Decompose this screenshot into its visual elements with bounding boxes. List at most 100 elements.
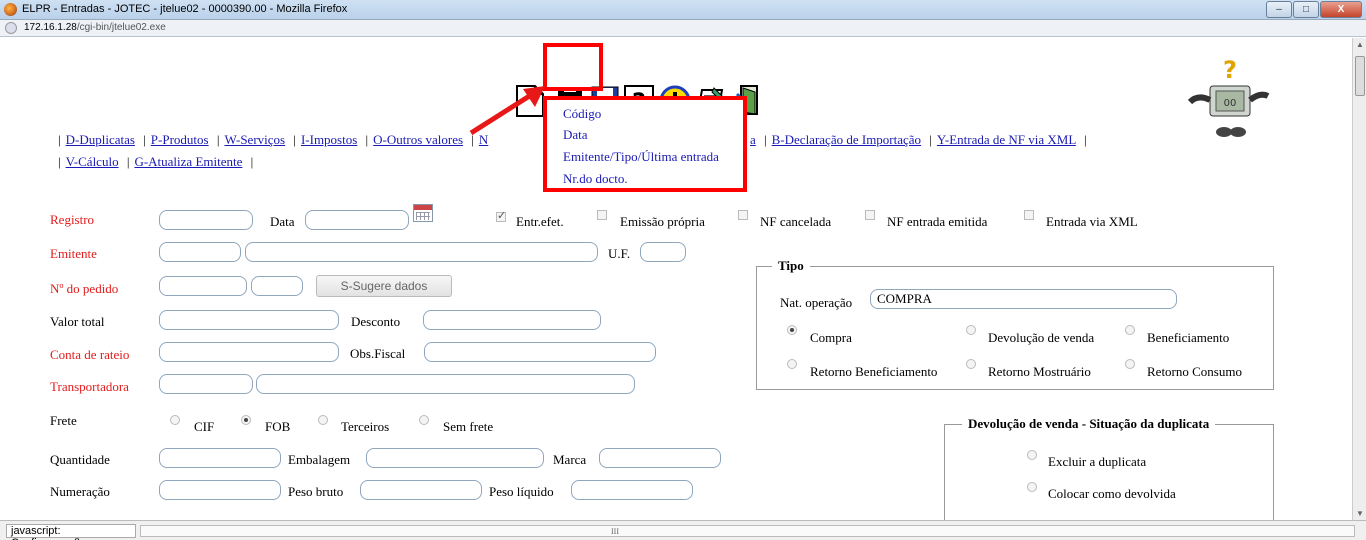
link-entrada-nf-xml[interactable]: Y-Entrada de NF via XML xyxy=(937,132,1076,147)
frete-sem-frete-label: Sem frete xyxy=(443,419,494,434)
valor-total-input[interactable] xyxy=(159,310,339,330)
globe-icon xyxy=(5,22,17,34)
search-dropdown-menu: Código Data Emitente/Tipo/Última entrada… xyxy=(543,96,747,192)
minimize-button[interactable]: – xyxy=(1266,1,1292,18)
jotec-mascot-icon: ? 00 xyxy=(1187,56,1270,137)
link-declaracao-importacao[interactable]: B-Declaração de Importação xyxy=(772,132,921,147)
frete-sem-frete-radio[interactable] xyxy=(419,415,429,425)
window-titlebar: ELPR - Entradas - JOTEC - jtelue02 - 000… xyxy=(0,0,1366,20)
link-row-1-right: a | B-Declaração de Importação | Y-Entrada… xyxy=(750,132,1087,147)
link-partial[interactable]: a xyxy=(750,132,756,147)
desconto-label: Desconto xyxy=(351,314,401,329)
obs-fiscal-input[interactable] xyxy=(424,342,656,362)
scroll-thumb[interactable] xyxy=(1355,56,1365,96)
emissao-propria-checkbox[interactable] xyxy=(597,210,607,220)
nf-entrada-emitida-checkbox[interactable] xyxy=(865,210,875,220)
devolucao-excluir-label: Excluir a duplicata xyxy=(1048,454,1147,469)
scroll-up-icon[interactable]: ▲ xyxy=(1356,40,1364,49)
close-button[interactable]: X xyxy=(1320,1,1362,18)
tipo-devolucao-venda-radio[interactable] xyxy=(966,325,976,335)
quantidade-label: Quantidade xyxy=(50,452,110,467)
tipo-retorno-beneficiamento-label: Retorno Beneficiamento xyxy=(810,364,938,379)
valor-total-label: Valor total xyxy=(50,314,105,329)
link-atualiza-emitente[interactable]: G-Atualiza Emitente xyxy=(134,154,242,169)
quantidade-input[interactable] xyxy=(159,448,281,468)
link-row-2: | V-Cálculo | G-Atualiza Emitente | xyxy=(58,154,254,169)
status-text: javascript: Confirmacao(); xyxy=(6,524,136,540)
numeracao-input[interactable] xyxy=(159,480,281,500)
scroll-grip-icon[interactable]: III xyxy=(611,527,619,536)
numeracao-label: Numeração xyxy=(50,484,110,499)
frete-fob-radio[interactable] xyxy=(241,415,251,425)
link-outros-valores[interactable]: O-Outros valores xyxy=(373,132,463,147)
link-impostos[interactable]: I-Impostos xyxy=(301,132,357,147)
menu-item-codigo[interactable]: Código xyxy=(563,106,601,122)
scroll-down-icon[interactable]: ▼ xyxy=(1356,509,1364,518)
conta-rateio-input[interactable] xyxy=(159,342,339,362)
emitente-code-input[interactable] xyxy=(159,242,241,262)
nat-operacao-input[interactable]: COMPRA xyxy=(870,289,1177,309)
peso-bruto-input[interactable] xyxy=(360,480,482,500)
tipo-beneficiamento-radio[interactable] xyxy=(1125,325,1135,335)
pedido-input-2[interactable] xyxy=(251,276,303,296)
emitente-name-input[interactable] xyxy=(245,242,598,262)
menu-item-nr-docto[interactable]: Nr.do docto. xyxy=(563,171,628,187)
frete-terceiros-radio[interactable] xyxy=(318,415,328,425)
nf-cancelada-label: NF cancelada xyxy=(760,214,832,229)
url-text: 172.16.1.28/cgi-bin/jtelue02.exe xyxy=(24,22,166,33)
menu-item-data[interactable]: Data xyxy=(563,127,588,143)
pedido-label: Nº do pedido xyxy=(50,281,119,296)
firefox-icon xyxy=(4,3,17,16)
horizontal-scrollbar[interactable]: III xyxy=(140,525,1355,537)
tipo-retorno-consumo-label: Retorno Consumo xyxy=(1147,364,1242,379)
peso-bruto-label: Peso bruto xyxy=(288,484,344,499)
tipo-retorno-consumo-radio[interactable] xyxy=(1125,359,1135,369)
transportadora-code-input[interactable] xyxy=(159,374,253,394)
link-calculo[interactable]: V-Cálculo xyxy=(66,154,119,169)
transportadora-name-input[interactable] xyxy=(256,374,635,394)
devolucao-excluir-radio[interactable] xyxy=(1027,450,1037,460)
conta-rateio-label: Conta de rateio xyxy=(50,347,130,362)
link-hidden-fragment[interactable]: N xyxy=(479,132,488,147)
devolucao-colocar-radio[interactable] xyxy=(1027,482,1037,492)
svg-text:?: ? xyxy=(1223,56,1237,84)
entr-efet-checkbox[interactable] xyxy=(496,209,506,222)
status-bar: javascript: Confirmacao(); III xyxy=(0,520,1366,540)
transportadora-label: Transportadora xyxy=(50,379,129,394)
desconto-input[interactable] xyxy=(423,310,601,330)
registro-input[interactable] xyxy=(159,210,253,230)
registro-label: Registro xyxy=(50,212,95,227)
nf-entrada-emitida-label: NF entrada emitida xyxy=(887,214,988,229)
tipo-retorno-mostruario-radio[interactable] xyxy=(966,359,976,369)
emissao-propria-label: Emissão própria xyxy=(620,214,705,229)
nf-cancelada-checkbox[interactable] xyxy=(738,210,748,220)
menu-item-emitente-tipo[interactable]: Emitente/Tipo/Última entrada xyxy=(563,149,719,165)
url-bar[interactable]: 172.16.1.28/cgi-bin/jtelue02.exe xyxy=(0,20,1366,37)
link-duplicatas[interactable]: D-Duplicatas xyxy=(66,132,135,147)
embalagem-input[interactable] xyxy=(366,448,544,468)
maximize-button[interactable]: □ xyxy=(1293,1,1319,18)
entrada-via-xml-checkbox[interactable] xyxy=(1024,210,1034,220)
vertical-scrollbar[interactable]: ▲ ▼ xyxy=(1352,38,1366,520)
link-produtos[interactable]: P-Produtos xyxy=(151,132,209,147)
calendar-icon[interactable] xyxy=(413,204,433,222)
data-label: Data xyxy=(270,214,295,229)
frete-cif-radio[interactable] xyxy=(170,415,180,425)
link-servicos[interactable]: W-Serviços xyxy=(224,132,285,147)
tipo-compra-radio[interactable] xyxy=(787,325,797,335)
tipo-retorno-beneficiamento-radio[interactable] xyxy=(787,359,797,369)
nat-operacao-label: Nat. operação xyxy=(780,295,853,310)
devolucao-colocar-label: Colocar como devolvida xyxy=(1048,486,1176,501)
data-input[interactable] xyxy=(305,210,409,230)
entr-efet-label: Entr.efet. xyxy=(516,214,564,229)
window-title: ELPR - Entradas - JOTEC - jtelue02 - 000… xyxy=(22,3,348,15)
frete-fob-label: FOB xyxy=(265,419,291,434)
pedido-input-1[interactable] xyxy=(159,276,247,296)
sugere-dados-button[interactable]: S-Sugere dados xyxy=(316,275,452,297)
devolucao-group xyxy=(944,424,1274,520)
marca-input[interactable] xyxy=(599,448,721,468)
uf-input[interactable] xyxy=(640,242,686,262)
tipo-beneficiamento-label: Beneficiamento xyxy=(1147,330,1230,345)
peso-liquido-input[interactable] xyxy=(571,480,693,500)
link-row-1: | D-Duplicatas | P-Produtos | W-Serviços | I… xyxy=(58,132,489,147)
